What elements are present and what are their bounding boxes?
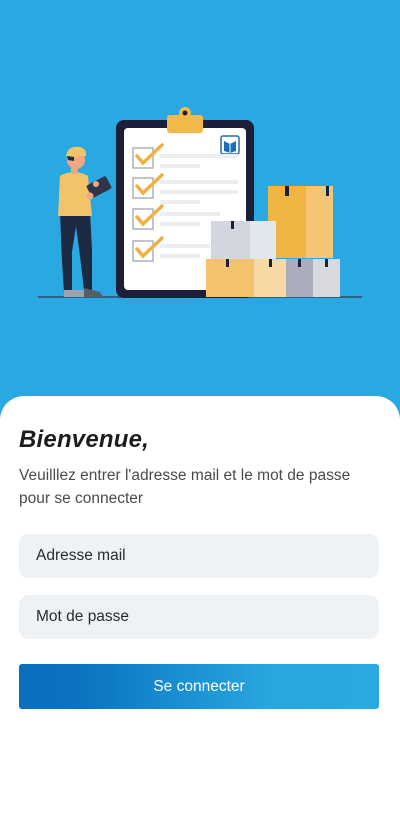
page-title: Bienvenue,: [19, 426, 150, 453]
delivery-person: [58, 146, 112, 297]
login-card: Bienvenue, Veuilllez entrer l'adresse ma…: [0, 396, 400, 831]
login-button[interactable]: Se connecter: [19, 664, 379, 709]
delivery-checklist-illustration: [38, 107, 362, 298]
email-field[interactable]: [19, 534, 379, 578]
password-field[interactable]: [19, 595, 379, 639]
login-instructions: Veuilllez entrer l'adresse mail et le mo…: [19, 467, 351, 507]
hero-banner: [0, 0, 400, 420]
book-logo-icon: [220, 135, 240, 155]
